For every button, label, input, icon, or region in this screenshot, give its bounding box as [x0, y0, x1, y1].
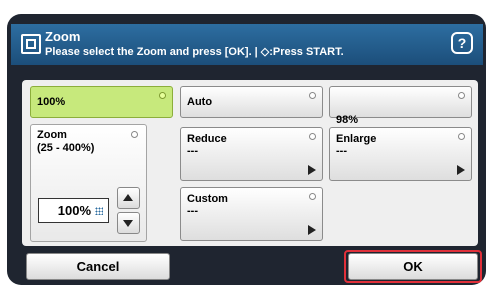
- custom-value: ---: [187, 205, 198, 217]
- ok-button[interactable]: OK: [348, 253, 478, 280]
- selection-indicator-icon: [309, 92, 316, 99]
- auto-button[interactable]: Auto: [180, 86, 323, 118]
- reduce-label: Reduce: [187, 133, 227, 145]
- zoom-icon: [21, 34, 41, 54]
- zoom-range-label: Zoom (25 - 400%): [37, 129, 95, 154]
- enlarge-label: Enlarge: [336, 133, 377, 145]
- arrow-down-icon: [123, 220, 133, 227]
- reduce-value: ---: [187, 145, 198, 157]
- selection-indicator-icon: [131, 131, 138, 138]
- zoom-100-label: 100%: [37, 96, 66, 108]
- auto-label: Auto: [187, 96, 213, 108]
- reduce-button[interactable]: Reduce ---: [180, 127, 323, 181]
- zoom-value-field[interactable]: 100%: [38, 198, 109, 223]
- arrow-up-icon: [123, 194, 133, 201]
- zoom-100-button[interactable]: 100%: [30, 86, 173, 118]
- zoom-decrease-button[interactable]: [117, 212, 140, 234]
- selection-indicator-icon: [159, 92, 166, 99]
- instruction-text: Please select the Zoom and press [OK]. |…: [45, 46, 344, 58]
- arrow-right-icon: [308, 225, 316, 235]
- selection-indicator-icon: [458, 92, 465, 99]
- zoom-value: 100%: [57, 203, 91, 218]
- cancel-button[interactable]: Cancel: [26, 253, 170, 280]
- fit-to-page-button[interactable]: 98% Fit to page: [329, 86, 472, 138]
- enlarge-value: ---: [336, 145, 347, 157]
- custom-button[interactable]: Custom ---: [180, 187, 323, 241]
- selection-indicator-icon: [309, 133, 316, 140]
- selection-indicator-icon: [309, 193, 316, 200]
- enlarge-button[interactable]: Enlarge ---: [329, 127, 472, 181]
- arrow-right-icon: [308, 165, 316, 175]
- keypad-icon: [95, 207, 103, 215]
- selection-indicator-icon: [458, 133, 465, 140]
- zoom-increase-button[interactable]: [117, 187, 140, 209]
- help-button[interactable]: ?: [451, 32, 473, 54]
- arrow-right-icon: [457, 165, 465, 175]
- screen-title: Zoom: [45, 29, 81, 44]
- zoom-entry-panel: Zoom (25 - 400%) 100%: [30, 124, 147, 242]
- custom-label: Custom: [187, 193, 228, 205]
- title-bar: Zoom Please select the Zoom and press [O…: [11, 24, 483, 65]
